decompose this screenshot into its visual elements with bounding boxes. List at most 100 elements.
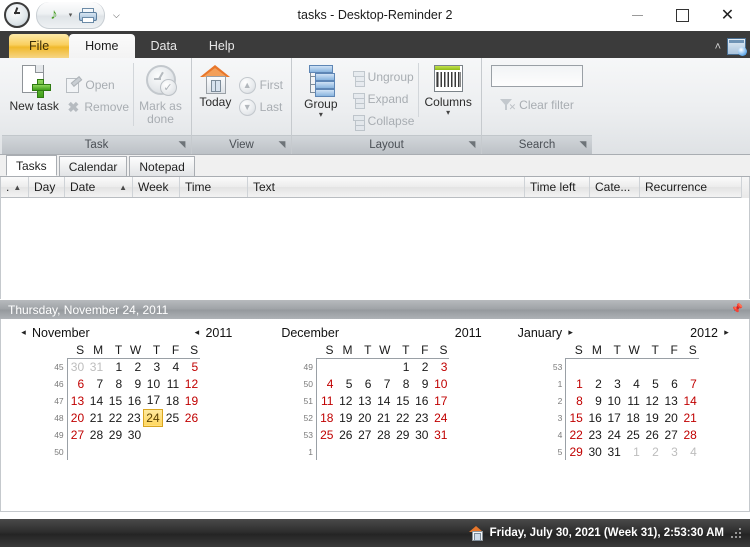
- day-cell[interactable]: 30: [585, 443, 604, 460]
- day-cell[interactable]: 5: [181, 358, 200, 375]
- day-cell[interactable]: 8: [566, 392, 585, 409]
- sound-button[interactable]: ♪: [43, 5, 65, 25]
- last-button[interactable]: ▼ Last: [235, 97, 287, 117]
- day-cell[interactable]: 7: [86, 375, 105, 392]
- prev-year-icon-november[interactable]: ◂: [192, 327, 201, 338]
- expand-button[interactable]: Expand: [346, 89, 419, 109]
- group-dropdown-icon[interactable]: ▾: [319, 111, 323, 119]
- day-cell[interactable]: 24: [430, 409, 449, 426]
- year-label-november[interactable]: 2011: [205, 326, 232, 340]
- day-cell[interactable]: 1: [566, 375, 585, 392]
- column-header-category[interactable]: Cate...: [590, 177, 640, 197]
- day-cell[interactable]: 20: [67, 409, 86, 426]
- day-cell[interactable]: [105, 443, 124, 460]
- day-cell[interactable]: 23: [411, 409, 430, 426]
- day-cell[interactable]: [335, 443, 354, 460]
- day-cell[interactable]: 15: [392, 392, 411, 409]
- column-header-time[interactable]: Time: [180, 177, 248, 197]
- columns-dropdown-icon[interactable]: ▾: [446, 109, 450, 117]
- task-grid-body[interactable]: [1, 198, 749, 298]
- day-cell[interactable]: 27: [661, 426, 680, 443]
- day-cell[interactable]: 19: [335, 409, 354, 426]
- day-cell[interactable]: 26: [642, 426, 661, 443]
- day-cell[interactable]: 4: [316, 375, 335, 392]
- day-cell[interactable]: 29: [105, 426, 124, 443]
- day-cell[interactable]: 4: [623, 375, 642, 392]
- day-cell[interactable]: 17: [143, 392, 162, 409]
- day-cell[interactable]: 17: [604, 409, 623, 426]
- day-cell[interactable]: [680, 358, 699, 375]
- day-cell[interactable]: 13: [661, 392, 680, 409]
- day-cell[interactable]: 13: [354, 392, 373, 409]
- day-cell[interactable]: 21: [86, 409, 105, 426]
- day-cell[interactable]: [335, 358, 354, 375]
- day-cell[interactable]: [181, 426, 200, 443]
- day-cell[interactable]: 1: [105, 358, 124, 375]
- day-cell-selected[interactable]: 24: [142, 408, 163, 427]
- task-dialog-launcher[interactable]: ◥: [177, 139, 187, 149]
- help-icon[interactable]: [727, 38, 747, 56]
- tab-data[interactable]: Data: [135, 34, 193, 58]
- day-cell[interactable]: 21: [680, 409, 699, 426]
- day-cell[interactable]: 18: [162, 392, 181, 409]
- day-cell[interactable]: 8: [105, 375, 124, 392]
- day-cell[interactable]: 16: [124, 392, 143, 409]
- day-cell[interactable]: 18: [316, 409, 335, 426]
- day-cell[interactable]: 26: [181, 409, 200, 426]
- day-cell[interactable]: 4: [162, 358, 181, 375]
- day-cell[interactable]: 28: [373, 426, 392, 443]
- open-button[interactable]: Open: [62, 75, 133, 95]
- day-cell[interactable]: [354, 358, 373, 375]
- day-cell[interactable]: 11: [162, 375, 181, 392]
- search-dialog-launcher[interactable]: ◥: [578, 139, 588, 149]
- day-cell[interactable]: 1: [623, 443, 642, 460]
- year-label-december[interactable]: 2011: [455, 326, 482, 340]
- day-cell[interactable]: 16: [585, 409, 604, 426]
- column-header-recurrence[interactable]: Recurrence: [640, 177, 744, 197]
- day-cell[interactable]: 31: [430, 426, 449, 443]
- day-cell[interactable]: 30: [67, 358, 86, 375]
- day-cell[interactable]: 9: [585, 392, 604, 409]
- day-cell[interactable]: 24: [604, 426, 623, 443]
- column-header-week[interactable]: Week: [133, 177, 180, 197]
- day-cell[interactable]: 13: [67, 392, 86, 409]
- collapse-button[interactable]: Collapse: [346, 111, 419, 131]
- day-cell[interactable]: 30: [124, 426, 143, 443]
- first-button[interactable]: ▲ First: [235, 75, 287, 95]
- day-cell[interactable]: [430, 443, 449, 460]
- tab-help[interactable]: Help: [193, 34, 251, 58]
- day-cell[interactable]: 14: [680, 392, 699, 409]
- day-cell[interactable]: 18: [623, 409, 642, 426]
- day-cell[interactable]: [392, 443, 411, 460]
- customize-qat-icon[interactable]: ⌵: [113, 10, 120, 21]
- day-cell[interactable]: 31: [604, 443, 623, 460]
- minimize-button[interactable]: [615, 0, 660, 30]
- day-cell[interactable]: 21: [373, 409, 392, 426]
- day-cell[interactable]: 25: [162, 409, 181, 426]
- day-cell[interactable]: 2: [124, 358, 143, 375]
- day-cell[interactable]: 19: [181, 392, 200, 409]
- day-cell[interactable]: [162, 443, 181, 460]
- day-cell[interactable]: 9: [124, 375, 143, 392]
- day-cell[interactable]: [566, 358, 585, 375]
- day-cell[interactable]: 30: [411, 426, 430, 443]
- day-cell[interactable]: 2: [411, 358, 430, 375]
- day-cell[interactable]: 3: [430, 358, 449, 375]
- day-cell[interactable]: [604, 358, 623, 375]
- day-cell[interactable]: 6: [354, 375, 373, 392]
- day-cell[interactable]: [642, 358, 661, 375]
- day-cell[interactable]: 11: [316, 392, 335, 409]
- search-input[interactable]: [491, 65, 583, 87]
- sound-dropdown-icon[interactable]: ▾: [67, 10, 74, 20]
- day-cell[interactable]: 29: [566, 443, 585, 460]
- columns-button[interactable]: Columns ▾: [418, 63, 477, 117]
- ungroup-button[interactable]: Ungroup: [346, 67, 419, 87]
- month-label-december[interactable]: December: [281, 326, 339, 340]
- day-cell[interactable]: 12: [642, 392, 661, 409]
- month-label-november[interactable]: November: [32, 326, 90, 340]
- tab-tasks[interactable]: Tasks: [6, 155, 57, 176]
- column-header-date[interactable]: Date ▲: [65, 177, 133, 197]
- remove-button[interactable]: ✖ Remove: [62, 97, 133, 117]
- day-cell[interactable]: [181, 443, 200, 460]
- day-cell[interactable]: [86, 443, 105, 460]
